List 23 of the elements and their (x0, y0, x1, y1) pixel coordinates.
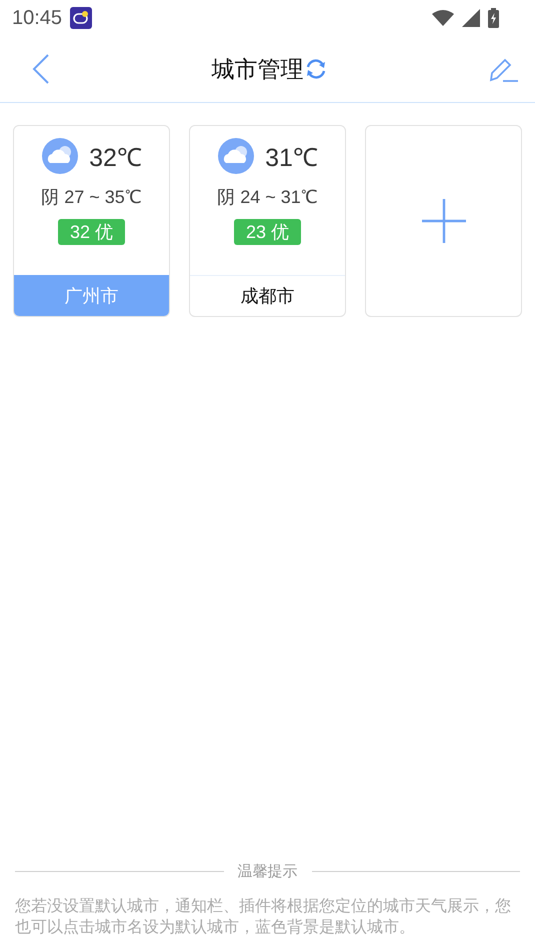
weather-app-icon (70, 7, 92, 29)
city-card[interactable]: 31℃ 阴 24 ~ 31℃ 23 优 成都市 (189, 125, 346, 317)
current-temperature: 31℃ (265, 143, 318, 173)
cloudy-icon (217, 137, 256, 175)
air-quality-badge: 32 优 (58, 219, 126, 245)
temperature-range: 阴 24 ~ 31℃ (217, 186, 318, 209)
cloudy-icon (41, 137, 80, 175)
city-card[interactable]: 32℃ 阴 27 ~ 35℃ 32 优 广州市 (13, 125, 170, 317)
current-temperature: 32℃ (89, 143, 142, 173)
status-time: 10:45 (12, 6, 62, 30)
air-quality-badge: 23 优 (234, 219, 302, 245)
tip-title: 温馨提示 (238, 862, 298, 881)
add-city-button[interactable] (365, 125, 522, 317)
page-title: 城市管理 (212, 56, 304, 84)
city-name[interactable]: 成都市 (190, 275, 345, 316)
back-icon[interactable] (32, 54, 50, 84)
battery-icon (488, 8, 499, 28)
tip-text: 您若没设置默认城市，通知栏、插件将根据您定位的城市天气展示，您也可以点击城市名设为默认城市，蓝色背景是默认城市。 (15, 895, 512, 937)
plus-icon (420, 198, 466, 244)
wifi-icon (432, 10, 454, 26)
temperature-range: 阴 27 ~ 35℃ (41, 186, 142, 209)
signal-icon (462, 9, 480, 27)
edit-icon[interactable] (489, 56, 519, 82)
